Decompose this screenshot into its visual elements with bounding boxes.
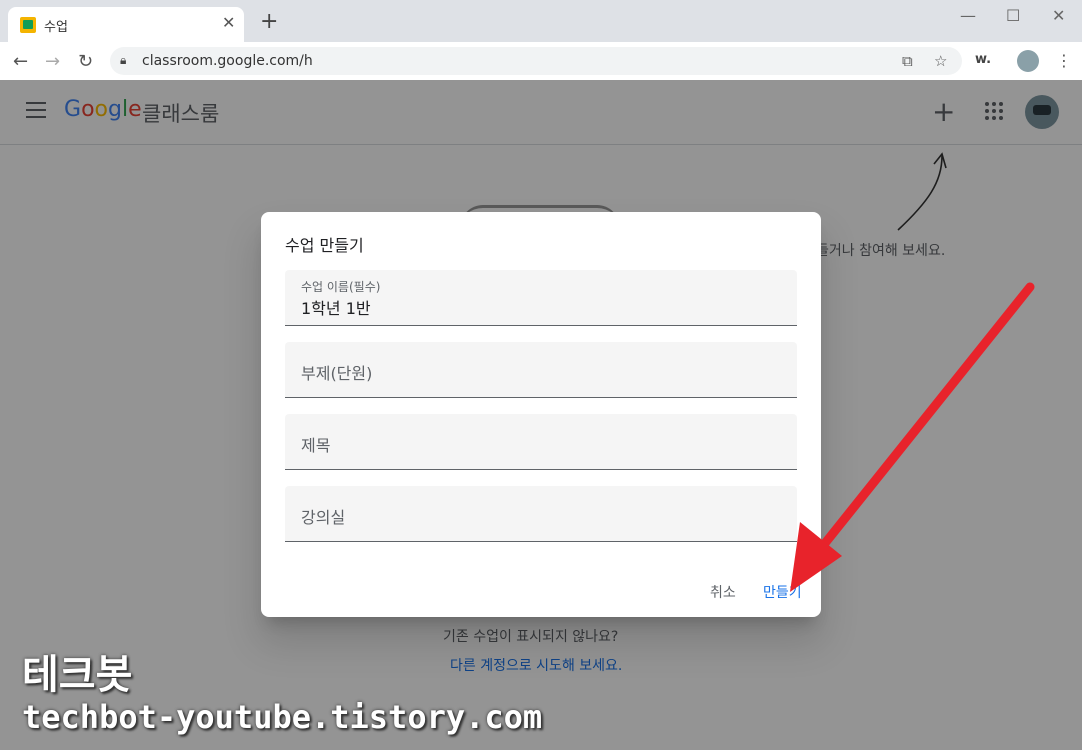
extension-w-icon[interactable]: w. — [975, 52, 991, 67]
browser-tab[interactable]: 수업 ✕ — [8, 7, 244, 42]
room-placeholder: 강의실 — [301, 508, 346, 527]
new-tab-button[interactable]: + — [260, 11, 278, 33]
class-name-field[interactable]: 수업 이름(필수) 1학년 1반 — [285, 270, 797, 326]
browser-menu-icon[interactable]: ⋮ — [1056, 51, 1072, 70]
reload-icon[interactable]: ↻ — [78, 51, 93, 72]
back-arrow-icon[interactable]: ← — [13, 51, 28, 72]
lock-icon: 🔒︎ — [120, 53, 127, 67]
create-class-dialog: 수업 만들기 수업 이름(필수) 1학년 1반 부제(단원) 제목 강의실 취소… — [261, 212, 821, 617]
close-window-button[interactable]: ✕ — [1052, 6, 1065, 25]
cancel-button[interactable]: 취소 — [710, 582, 736, 602]
url-text: classroom.google.com/h — [142, 53, 313, 69]
translate-icon[interactable]: ⧉ — [902, 52, 913, 70]
browser-titlebar: 수업 ✕ + — ☐ ✕ — [0, 0, 1082, 42]
section-field[interactable]: 부제(단원) — [285, 342, 797, 398]
class-name-label: 수업 이름(필수) — [301, 280, 381, 294]
subject-field[interactable]: 제목 — [285, 414, 797, 470]
dialog-title: 수업 만들기 — [285, 236, 364, 255]
tab-title: 수업 — [44, 20, 68, 35]
create-button[interactable]: 만들기 — [763, 582, 802, 602]
forward-arrow-icon[interactable]: → — [45, 51, 60, 72]
browser-toolbar: ← → ↻ 🔒︎ classroom.google.com/h ⧉ ☆ w. ⋮ — [0, 42, 1082, 81]
bookmark-star-icon[interactable]: ☆ — [934, 52, 947, 70]
minimize-button[interactable]: — — [960, 6, 976, 25]
classroom-favicon-icon — [20, 17, 36, 33]
maximize-button[interactable]: ☐ — [1006, 6, 1020, 25]
subject-placeholder: 제목 — [301, 436, 331, 455]
class-name-value: 1학년 1반 — [301, 299, 371, 318]
room-field[interactable]: 강의실 — [285, 486, 797, 542]
watermark-url: techbot-youtube.tistory.com — [22, 698, 543, 736]
watermark-title: 테크봇 — [22, 652, 133, 698]
profile-avatar-icon[interactable] — [1017, 50, 1039, 72]
address-bar[interactable]: 🔒︎ classroom.google.com/h ⧉ ☆ — [110, 47, 962, 75]
section-placeholder: 부제(단원) — [301, 364, 373, 383]
tab-close-icon[interactable]: ✕ — [222, 13, 235, 32]
